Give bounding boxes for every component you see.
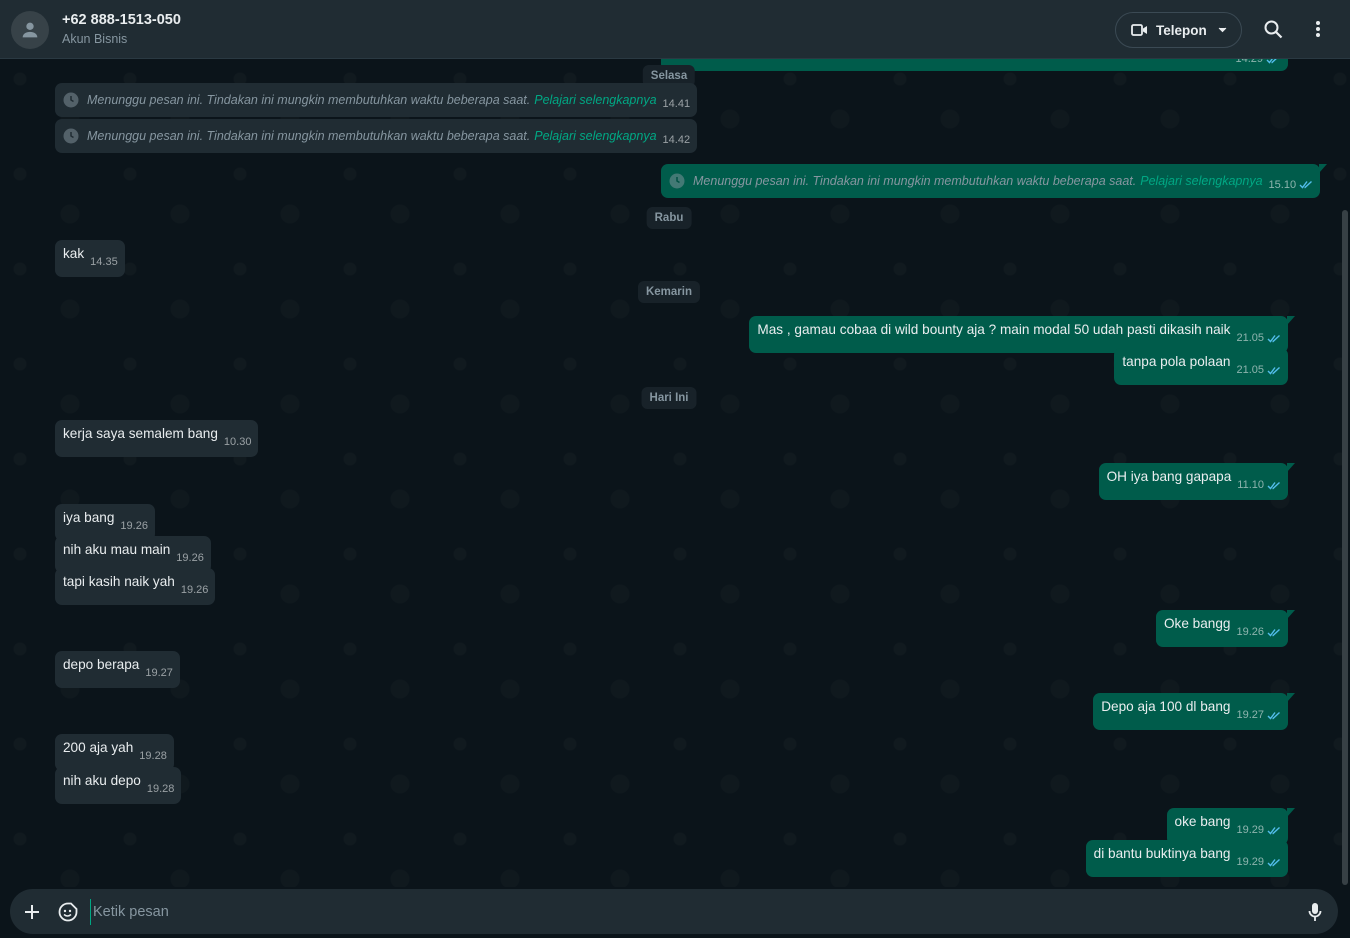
message-time: 15.10 (1268, 178, 1297, 191)
message-text: nih aku depo (63, 773, 141, 788)
message-text: OH iya bang gapapa (1106, 469, 1232, 484)
double-check-icon (1267, 628, 1280, 637)
system-message-text: Menunggu pesan ini. Tindakan ini mungkin… (87, 128, 531, 143)
message-time: 19.29 (1236, 856, 1264, 868)
message-bubble-incoming[interactable]: tapi kasih naik yah 19.26 (55, 568, 216, 605)
system-message[interactable]: Menunggu pesan ini. Tindakan ini mungkin… (661, 164, 1328, 198)
message-time: 19.27 (145, 667, 173, 679)
call-button-label: Telepon (1156, 22, 1207, 38)
message-time: 14.29 (1235, 59, 1263, 65)
message-time: 21.05 (1236, 332, 1264, 344)
message-bubble-incoming[interactable]: depo berapa 19.27 (55, 651, 180, 688)
message-bubble-outgoing[interactable]: Oke bangg 19.26 (1155, 610, 1296, 647)
message-time: 14.41 (662, 97, 691, 110)
message-text: kerja saya semalem bang (63, 426, 218, 441)
message-time: 10.30 (223, 436, 252, 448)
message-time: 21.05 (1236, 364, 1264, 376)
sticker-icon[interactable] (57, 901, 79, 923)
message-input[interactable] (90, 899, 1290, 925)
message-text: iya bang (63, 510, 115, 525)
contact-name[interactable]: +62 888-1513-050 (62, 12, 181, 28)
double-check-icon (1299, 180, 1313, 189)
message-time: 19.26 (120, 520, 148, 532)
message-bubble-outgoing[interactable]: OH iya bang gapapa 11.10 (1098, 463, 1296, 500)
learn-more-link[interactable]: Pelajari selengkapnya (534, 91, 656, 109)
clock-icon (669, 173, 685, 189)
message-bubble-outgoing[interactable]: tanpa pola polaan 21.05 (1114, 348, 1288, 385)
message-time: 19.28 (146, 783, 175, 795)
double-check-icon (1267, 826, 1280, 835)
learn-more-link[interactable]: Pelajari selengkapnya (1140, 172, 1262, 190)
message-bubble-incoming[interactable]: kak 14.35 (55, 240, 125, 277)
message-time: 19.29 (1236, 824, 1264, 836)
message-time: 14.42 (662, 133, 691, 146)
system-message[interactable]: Menunggu pesan ini. Tindakan ini mungkin… (55, 83, 698, 117)
double-check-icon (1267, 481, 1280, 490)
system-message-text: Menunggu pesan ini. Tindakan ini mungkin… (87, 92, 531, 107)
message-text: 200 aja yah (63, 740, 134, 755)
message-time: 19.27 (1236, 709, 1264, 721)
message-text: nih aku mau main (63, 542, 171, 557)
message-time: 19.26 (1236, 626, 1264, 638)
chevron-down-icon (1218, 27, 1227, 33)
system-message-text: Menunggu pesan ini. Tindakan ini mungkin… (693, 173, 1137, 188)
clock-icon (63, 128, 79, 144)
date-divider: Rabu (646, 207, 692, 229)
message-text: depo berapa (63, 657, 140, 672)
message-bubble-outgoing[interactable]: 14.29 (661, 59, 1288, 71)
message-text: di bantu buktinya bang (1093, 846, 1231, 861)
search-icon[interactable] (1261, 17, 1285, 41)
message-time: 19.26 (180, 584, 209, 596)
message-bubble-outgoing[interactable]: Depo aja 100 dl bang 19.27 (1093, 693, 1295, 730)
double-check-icon (1267, 366, 1280, 375)
double-check-icon (1267, 858, 1280, 867)
contact-subtitle: Akun Bisnis (62, 32, 128, 46)
message-time: 14.35 (90, 256, 118, 268)
message-list[interactable]: 14.29 Selasa Menunggu pesan ini. Tindaka… (0, 59, 1350, 887)
avatar[interactable] (11, 11, 49, 49)
message-text: Oke bangg (1163, 616, 1231, 631)
message-time: 19.26 (176, 552, 204, 564)
chat-header: +62 888-1513-050 Akun Bisnis Telepon (0, 0, 1350, 59)
message-time: 19.28 (139, 750, 167, 762)
person-icon (22, 22, 38, 38)
double-check-icon (1267, 334, 1280, 343)
clock-icon (63, 92, 79, 108)
microphone-icon[interactable] (1304, 901, 1326, 923)
composer (0, 887, 1350, 938)
system-message[interactable]: Menunggu pesan ini. Tindakan ini mungkin… (55, 119, 698, 153)
learn-more-link[interactable]: Pelajari selengkapnya (534, 127, 656, 145)
double-check-icon (1267, 711, 1280, 720)
message-bubble-incoming[interactable]: kerja saya semalem bang 10.30 (55, 420, 259, 457)
message-time: 11.10 (1237, 479, 1264, 491)
date-divider: Hari Ini (641, 387, 697, 409)
scrollbar[interactable] (1342, 210, 1348, 885)
date-divider: Kemarin (637, 281, 701, 303)
message-text: kak (63, 246, 85, 261)
message-bubble-outgoing[interactable]: di bantu buktinya bang 19.29 (1085, 840, 1288, 877)
message-text: tapi kasih naik yah (63, 574, 175, 589)
message-text: tanpa pola polaan (1122, 354, 1231, 369)
message-text: Depo aja 100 dl bang (1101, 699, 1231, 714)
plus-icon[interactable] (21, 901, 43, 923)
composer-box (10, 889, 1338, 934)
message-text: oke bang (1174, 814, 1231, 829)
call-button[interactable]: Telepon (1115, 12, 1242, 48)
double-check-icon (1266, 59, 1277, 64)
message-bubble-incoming[interactable]: 200 aja yah 19.28 (55, 734, 174, 771)
video-camera-icon (1131, 24, 1147, 36)
message-text: Mas , gamau cobaa di wild bounty aja ? m… (757, 322, 1231, 337)
more-vertical-icon[interactable] (1306, 17, 1330, 41)
message-bubble-incoming[interactable]: nih aku depo 19.28 (55, 767, 182, 804)
